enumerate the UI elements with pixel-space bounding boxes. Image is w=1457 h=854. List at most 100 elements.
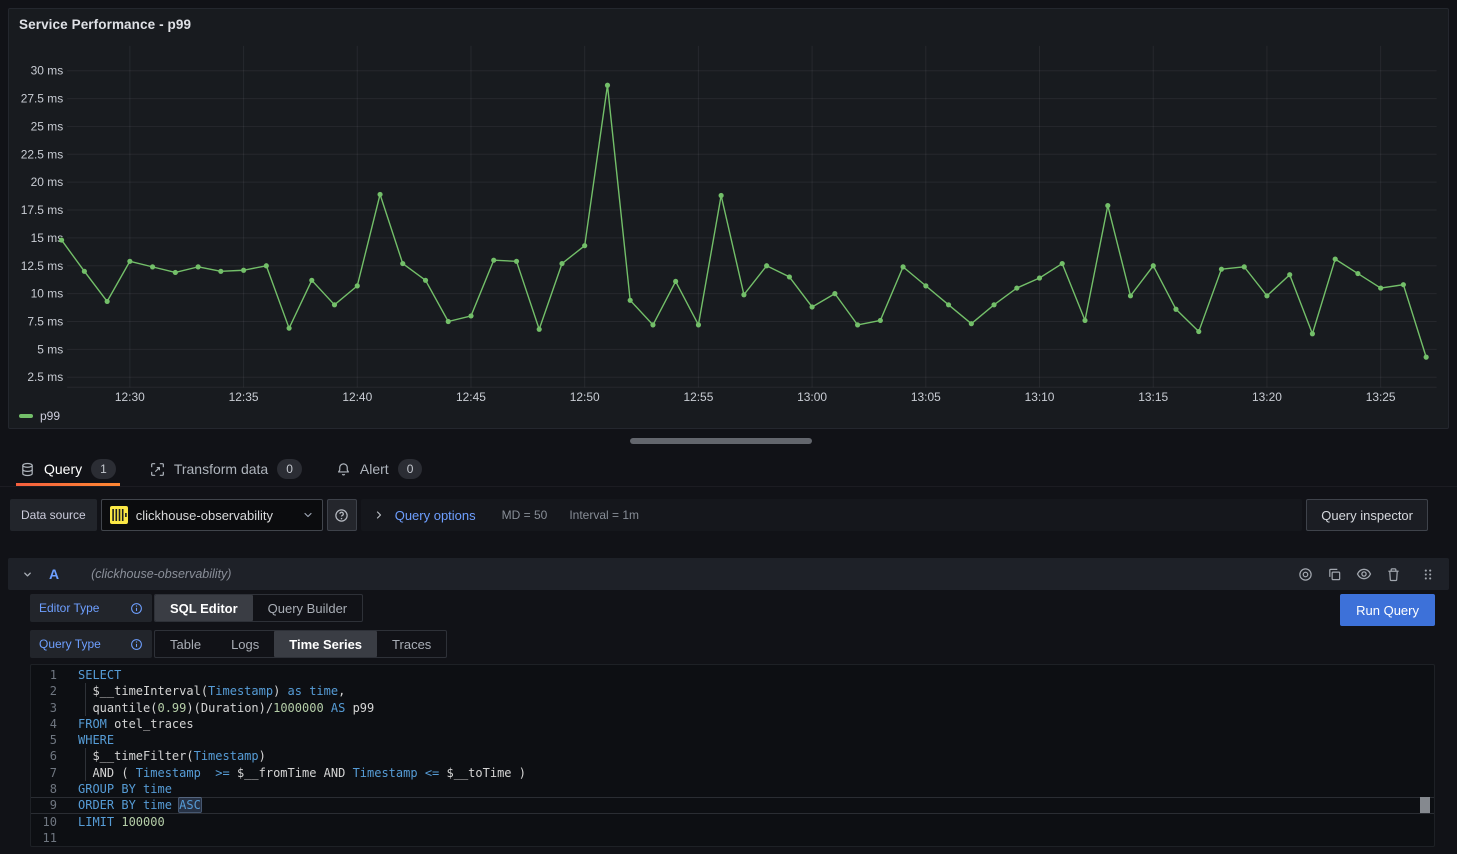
editor-type-label: Editor Type (39, 601, 99, 615)
svg-text:13:25: 13:25 (1366, 390, 1396, 404)
query-type-time-series[interactable]: Time Series (274, 631, 377, 657)
series-p99 (59, 83, 1429, 360)
editor-type-segmented: SQL EditorQuery Builder (154, 594, 363, 622)
svg-text:13:20: 13:20 (1252, 390, 1282, 404)
line-number: 2 (31, 683, 57, 699)
line-number: 5 (31, 732, 57, 748)
editor-type-query-builder[interactable]: Query Builder (253, 595, 362, 621)
sql-editor[interactable]: 1SELECT2 $__timeInterval(Timestamp) as t… (30, 664, 1435, 847)
sql-editor-lines: 1SELECT2 $__timeInterval(Timestamp) as t… (31, 667, 1434, 846)
tab-badge: 0 (277, 459, 302, 479)
info-circle-icon[interactable] (130, 602, 143, 615)
collapse-query-button[interactable] (22, 569, 33, 580)
drag-handle-icon[interactable] (1421, 567, 1435, 582)
svg-text:13:10: 13:10 (1025, 390, 1055, 404)
max-data-points-text: MD = 50 (502, 508, 548, 522)
chart-axis-labels: 30 ms27.5 ms25 ms22.5 ms20 ms17.5 ms15 m… (21, 64, 1396, 404)
line-number: 9 (31, 797, 57, 813)
svg-text:12:50: 12:50 (570, 390, 600, 404)
tab-label: Transform data (174, 461, 268, 477)
query-type-chip: Query Type (30, 630, 152, 658)
query-options-section: Query options MD = 50 Interval = 1m (361, 499, 1303, 531)
line-number: 4 (31, 716, 57, 732)
grafana-panel-edit-view: Service Performance - p99 30 ms27.5 ms25… (0, 0, 1457, 854)
tab-badge: 1 (91, 459, 116, 479)
query-row-A: A (clickhouse-observability) (8, 558, 1449, 843)
query-type-traces[interactable]: Traces (377, 631, 446, 657)
code-line-11: 11 (31, 830, 1434, 846)
query-ref-id: A (49, 566, 59, 582)
query-type-table[interactable]: Table (155, 631, 216, 657)
query-type-logs[interactable]: Logs (216, 631, 274, 657)
circle-icon[interactable] (1298, 567, 1313, 582)
timeseries-chart[interactable]: 30 ms27.5 ms25 ms22.5 ms20 ms17.5 ms15 m… (9, 9, 1448, 428)
line-number: 6 (31, 748, 57, 764)
run-query-button[interactable]: Run Query (1340, 594, 1435, 626)
svg-text:30 ms: 30 ms (31, 64, 64, 78)
horizontal-scrollbar-thumb[interactable] (630, 438, 812, 444)
code-line-8: 8GROUP BY time (31, 781, 1434, 797)
tab-query[interactable]: Query 1 (16, 452, 120, 486)
legend-series-marker (19, 414, 33, 418)
query-options-toggle[interactable]: Query options (395, 508, 476, 523)
line-number: 3 (31, 700, 57, 716)
svg-text:15 ms: 15 ms (31, 231, 64, 245)
code-line-6: 6 $__timeFilter(Timestamp) (31, 748, 1434, 764)
query-type-row: Query Type TableLogsTime SeriesTraces (30, 630, 1435, 658)
datasource-picker[interactable]: clickhouse-observability (101, 499, 323, 531)
interval-text: Interval = 1m (569, 508, 639, 522)
svg-text:12:45: 12:45 (456, 390, 486, 404)
query-row-header[interactable]: A (clickhouse-observability) (8, 558, 1449, 590)
legend-series-label: p99 (40, 409, 60, 423)
datasource-name: clickhouse-observability (136, 508, 294, 523)
line-number: 8 (31, 781, 57, 797)
info-circle-icon[interactable] (130, 638, 143, 651)
svg-text:22.5 ms: 22.5 ms (21, 147, 63, 161)
line-number: 11 (31, 830, 57, 846)
bell-icon (336, 462, 351, 477)
svg-text:17.5 ms: 17.5 ms (21, 203, 63, 217)
datasource-label: Data source (10, 499, 97, 531)
eye-icon[interactable] (1356, 566, 1372, 582)
editor-type-chip: Editor Type (30, 594, 152, 622)
clickhouse-logo-icon (110, 506, 128, 524)
database-icon (20, 462, 35, 477)
svg-text:12.5 ms: 12.5 ms (21, 259, 63, 273)
line-number: 1 (31, 667, 57, 683)
svg-text:12:35: 12:35 (229, 390, 259, 404)
svg-text:13:15: 13:15 (1138, 390, 1168, 404)
code-line-9: 9ORDER BY time ASC (31, 797, 1434, 813)
code-line-3: 3 quantile(0.99)(Duration)/1000000 AS p9… (31, 700, 1434, 716)
timeseries-panel: Service Performance - p99 30 ms27.5 ms25… (8, 8, 1449, 429)
code-line-5: 5WHERE (31, 732, 1434, 748)
code-line-1: 1SELECT (31, 667, 1434, 683)
chevron-down-icon (22, 569, 33, 580)
chart-grid (67, 46, 1436, 387)
svg-text:7.5 ms: 7.5 ms (27, 314, 63, 328)
datasource-bar: Data source clickhouse-observability Que… (10, 499, 1428, 531)
svg-text:25 ms: 25 ms (31, 119, 64, 133)
line-number: 7 (31, 765, 57, 781)
query-inspector-button[interactable]: Query inspector (1306, 499, 1428, 531)
svg-text:20 ms: 20 ms (31, 175, 64, 189)
tab-transform-data[interactable]: Transform data 0 (146, 452, 306, 486)
code-line-4: 4FROM otel_traces (31, 716, 1434, 732)
trash-icon[interactable] (1386, 567, 1401, 582)
svg-text:13:05: 13:05 (911, 390, 941, 404)
line-number: 10 (31, 814, 57, 830)
tab-alert[interactable]: Alert 0 (332, 452, 426, 486)
svg-text:12:55: 12:55 (683, 390, 713, 404)
query-datasource-hint: (clickhouse-observability) (91, 567, 231, 581)
editor-type-sql-editor[interactable]: SQL Editor (155, 595, 253, 621)
svg-text:13:00: 13:00 (797, 390, 827, 404)
svg-text:5 ms: 5 ms (37, 342, 63, 356)
legend-item-p99[interactable]: p99 (19, 409, 60, 423)
code-line-10: 10LIMIT 100000 (31, 814, 1434, 830)
tab-label: Alert (360, 461, 389, 477)
tab-label: Query (44, 461, 82, 477)
datasource-help-button[interactable] (327, 499, 357, 531)
transform-icon (150, 462, 165, 477)
query-type-segmented: TableLogsTime SeriesTraces (154, 630, 447, 658)
copy-query-icon[interactable] (1327, 567, 1342, 582)
tab-badge: 0 (398, 459, 423, 479)
